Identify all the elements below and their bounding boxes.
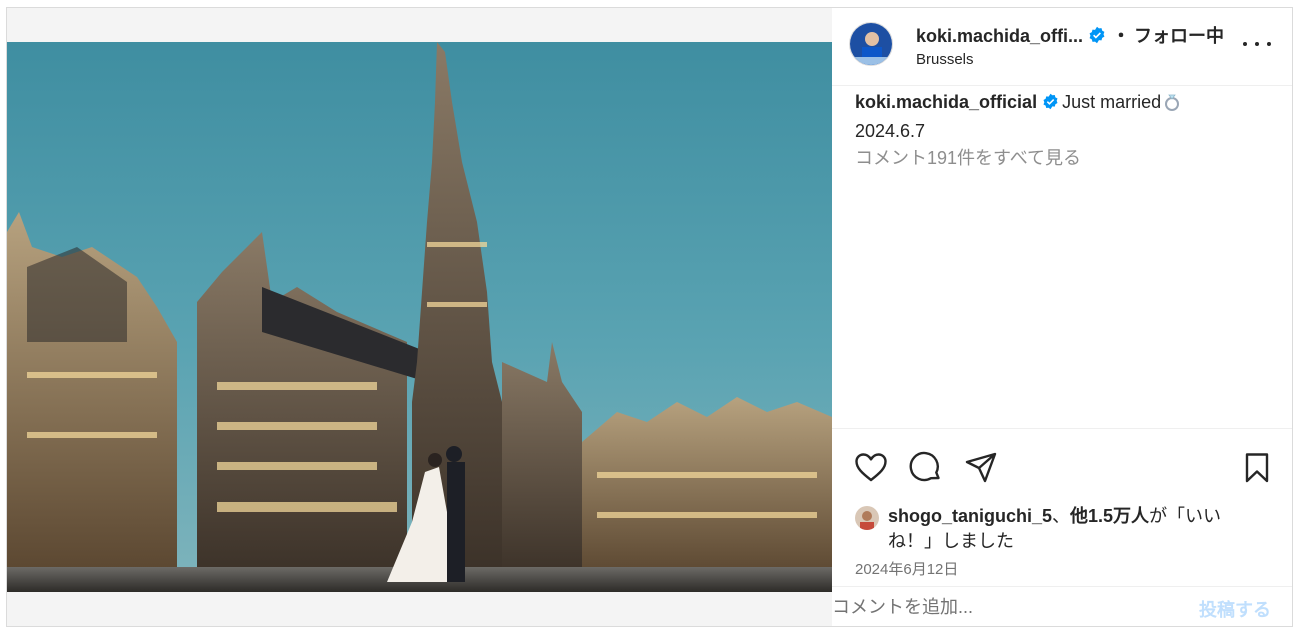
verified-badge-icon	[1088, 26, 1106, 49]
comment-bubble-icon[interactable]	[909, 451, 943, 485]
instagram-post-embed: koki.machida_offi... ・フォロー中 Brussels koki…	[6, 7, 1293, 627]
action-bar	[832, 428, 1292, 498]
caption-username[interactable]: koki.machida_official	[855, 92, 1037, 112]
follow-status-button[interactable]: フォロー中	[1134, 26, 1224, 46]
post-caption: koki.machida_official Just married 2024.6…	[855, 90, 1275, 144]
liker-username[interactable]: shogo_taniguchi_5	[888, 506, 1052, 526]
post-date[interactable]: 2024年6月12日	[855, 558, 958, 579]
bookmark-icon[interactable]	[1240, 451, 1274, 485]
post-header: koki.machida_offi... ・フォロー中 Brussels	[832, 8, 1292, 86]
post-photo[interactable]	[7, 42, 832, 592]
profile-avatar[interactable]	[849, 22, 893, 66]
verified-badge-icon	[1042, 92, 1059, 117]
wedding-photo-grand-place	[7, 42, 832, 592]
ring-icon	[1163, 92, 1181, 119]
paper-plane-icon[interactable]	[964, 451, 998, 485]
post-sidebar: koki.machida_offi... ・フォロー中 Brussels koki…	[832, 8, 1292, 626]
liker-avatar[interactable]	[855, 506, 879, 530]
more-options-icon[interactable]	[1243, 34, 1271, 54]
comment-bar: 投稿する	[832, 586, 1292, 626]
header-separator: ・	[1112, 26, 1131, 46]
likes-connector: 、	[1052, 506, 1071, 526]
header-username[interactable]: koki.machida_offi...	[916, 26, 1083, 46]
header-username-row: koki.machida_offi... ・フォロー中	[916, 22, 1224, 49]
caption-text: Just married	[1062, 92, 1162, 112]
avatar-image	[850, 23, 892, 65]
location-link[interactable]: Brussels	[916, 51, 974, 68]
likes-text: shogo_taniguchi_5、他1.5万人が「いいね！」しました	[855, 504, 1255, 554]
likes-summary: shogo_taniguchi_5、他1.5万人が「いいね！」しました	[855, 504, 1255, 554]
view-all-comments-link[interactable]: コメント191件をすべて見る	[855, 144, 1081, 170]
caption-date: 2024.6.7	[855, 121, 926, 141]
heart-icon[interactable]	[854, 451, 888, 485]
media-column	[7, 8, 832, 626]
post-comment-button[interactable]: 投稿する	[1199, 596, 1271, 622]
comment-input[interactable]	[832, 592, 1172, 622]
likes-count[interactable]: 他1.5万人	[1070, 506, 1149, 526]
